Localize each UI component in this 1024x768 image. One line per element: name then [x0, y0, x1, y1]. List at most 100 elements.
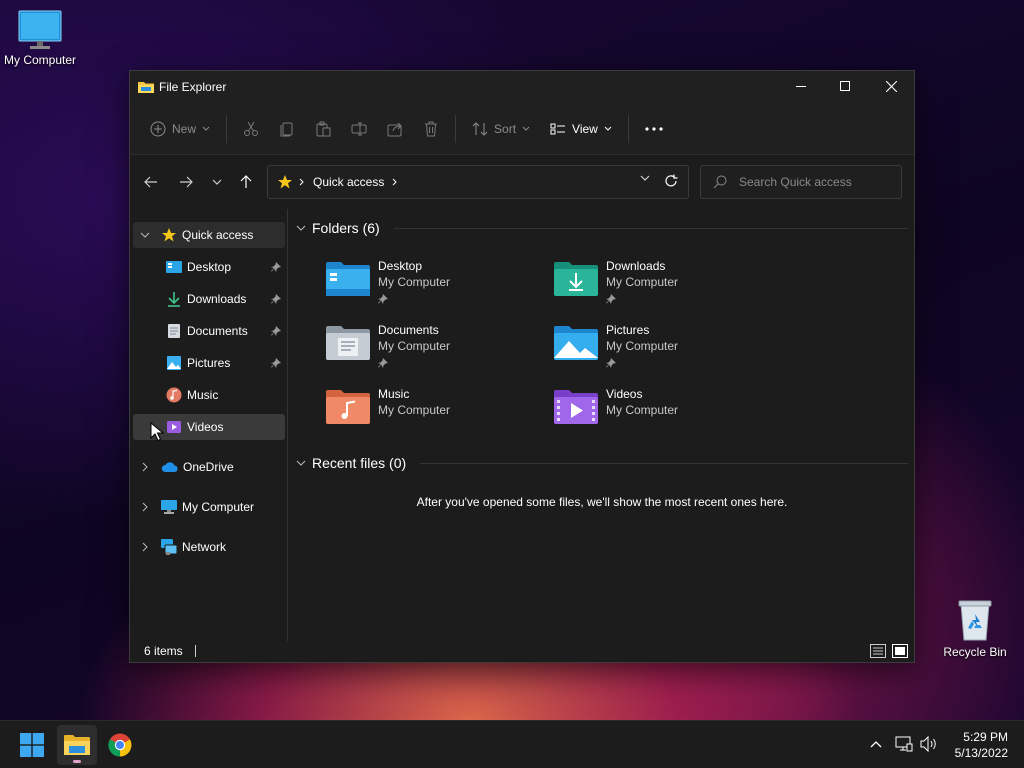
maximize-button[interactable] — [822, 71, 868, 101]
sidebar-item-my-computer[interactable]: My Computer — [133, 494, 285, 520]
recent-files-group-header[interactable]: Recent files (0) — [296, 455, 908, 471]
folders-group-header[interactable]: Folders (6) — [296, 220, 908, 236]
video-icon — [167, 421, 181, 433]
rename-button[interactable] — [341, 113, 377, 145]
group-title: Folders (6) — [312, 220, 380, 236]
delete-button[interactable] — [413, 113, 449, 145]
folder-name: Videos — [606, 387, 643, 401]
more-options-button[interactable] — [635, 113, 673, 145]
close-button[interactable] — [868, 71, 914, 101]
title-bar[interactable]: File Explorer — [130, 71, 914, 103]
sidebar-item-label: Quick access — [182, 228, 254, 242]
sidebar-item-music[interactable]: Music — [133, 382, 285, 408]
status-bar: 6 items — [130, 640, 914, 662]
clock-date: 5/13/2022 — [954, 746, 1008, 760]
pin-icon — [378, 358, 388, 368]
search-box[interactable]: Search Quick access — [700, 165, 902, 199]
share-button[interactable] — [377, 113, 413, 145]
view-button[interactable]: View — [540, 113, 622, 145]
tiles-view-button[interactable] — [892, 644, 908, 658]
desktop-icon-recycle-bin[interactable]: Recycle Bin — [935, 598, 1015, 659]
cut-button[interactable] — [233, 113, 269, 145]
share-icon — [387, 122, 402, 136]
system-clock[interactable]: 5:29 PM 5/13/2022 — [955, 729, 1008, 761]
up-button[interactable] — [231, 167, 261, 197]
music-folder-icon — [326, 390, 370, 424]
address-dropdown-button[interactable] — [640, 175, 650, 181]
videos-folder-icon — [554, 390, 598, 424]
downloads-folder-icon — [554, 262, 598, 296]
minimize-button[interactable] — [778, 71, 824, 101]
sidebar-item-network[interactable]: Network — [133, 534, 285, 560]
pictures-folder-icon — [554, 326, 598, 360]
sidebar-item-label: Pictures — [187, 356, 231, 370]
copy-button[interactable] — [269, 113, 305, 145]
network-status-icon[interactable] — [895, 736, 913, 752]
folder-location: My Computer — [378, 275, 451, 289]
chevron-right-icon — [393, 178, 398, 186]
chevron-down-icon — [140, 232, 150, 238]
volume-icon[interactable] — [920, 736, 938, 752]
chevron-down-icon — [522, 126, 530, 131]
windows-logo-icon — [20, 733, 44, 757]
pin-icon — [271, 294, 281, 304]
folder-tile-pictures[interactable]: Pictures My Computer — [554, 323, 774, 383]
sidebar-item-onedrive[interactable]: OneDrive — [133, 454, 285, 480]
arrow-left-icon — [144, 176, 157, 188]
content-pane: Folders (6) Desktop My Computer Download… — [292, 209, 912, 641]
sidebar-item-label: Documents — [187, 324, 248, 338]
folder-tile-music[interactable]: Music My Computer — [326, 387, 546, 447]
toolbar-divider — [226, 114, 228, 143]
monitor-icon — [18, 10, 62, 50]
chevron-down-icon — [296, 460, 306, 466]
scissors-icon — [244, 121, 259, 136]
folder-tile-documents[interactable]: Documents My Computer — [326, 323, 546, 383]
taskbar-chrome[interactable] — [100, 725, 140, 765]
group-divider — [420, 462, 908, 464]
start-button[interactable] — [12, 725, 52, 765]
recent-locations-button[interactable] — [202, 167, 232, 197]
desktop-icon-my-computer[interactable]: My Computer — [0, 10, 80, 67]
pin-icon — [271, 262, 281, 272]
folder-location: My Computer — [378, 403, 451, 417]
folder-location: My Computer — [606, 275, 679, 289]
chevron-down-icon — [604, 126, 612, 131]
sidebar-item-quick-access[interactable]: Quick access — [133, 222, 285, 248]
folder-tile-desktop[interactable]: Desktop My Computer — [326, 259, 546, 319]
folder-tile-downloads[interactable]: Downloads My Computer — [554, 259, 774, 319]
chevron-down-icon — [202, 126, 210, 131]
active-indicator — [73, 760, 81, 763]
address-bar[interactable]: Quick access — [267, 165, 689, 199]
chrome-icon — [108, 733, 132, 757]
documents-folder-icon — [326, 326, 370, 360]
rename-icon — [351, 122, 367, 135]
folder-tile-videos[interactable]: Videos My Computer — [554, 387, 774, 447]
address-location[interactable]: Quick access — [313, 175, 384, 189]
details-view-icon — [870, 644, 886, 658]
show-hidden-icons-chevron-icon[interactable] — [870, 740, 882, 748]
sidebar-item-documents[interactable]: Documents — [133, 318, 285, 344]
trash-icon — [425, 121, 438, 136]
sidebar-item-label: Downloads — [187, 292, 247, 306]
sidebar-item-downloads[interactable]: Downloads — [133, 286, 285, 312]
taskbar-file-explorer[interactable] — [57, 725, 97, 765]
star-icon — [162, 228, 176, 242]
sort-button[interactable]: Sort — [462, 113, 540, 145]
tiles-view-icon — [892, 644, 908, 658]
pin-icon — [606, 358, 616, 368]
back-button[interactable] — [136, 167, 166, 197]
desktop-icon-label: Recycle Bin — [943, 645, 1007, 659]
sidebar-item-desktop[interactable]: Desktop — [133, 254, 285, 280]
view-label: View — [572, 121, 598, 136]
refresh-button[interactable] — [664, 174, 678, 188]
status-divider — [194, 645, 196, 657]
new-button[interactable]: New — [140, 113, 220, 145]
close-icon — [885, 80, 897, 92]
window-title: File Explorer — [159, 80, 227, 94]
sort-icon — [472, 121, 488, 136]
forward-button[interactable] — [171, 167, 201, 197]
sidebar-item-pictures[interactable]: Pictures — [133, 350, 285, 376]
pin-icon — [271, 358, 281, 368]
paste-button[interactable] — [305, 113, 341, 145]
details-view-button[interactable] — [870, 644, 886, 658]
